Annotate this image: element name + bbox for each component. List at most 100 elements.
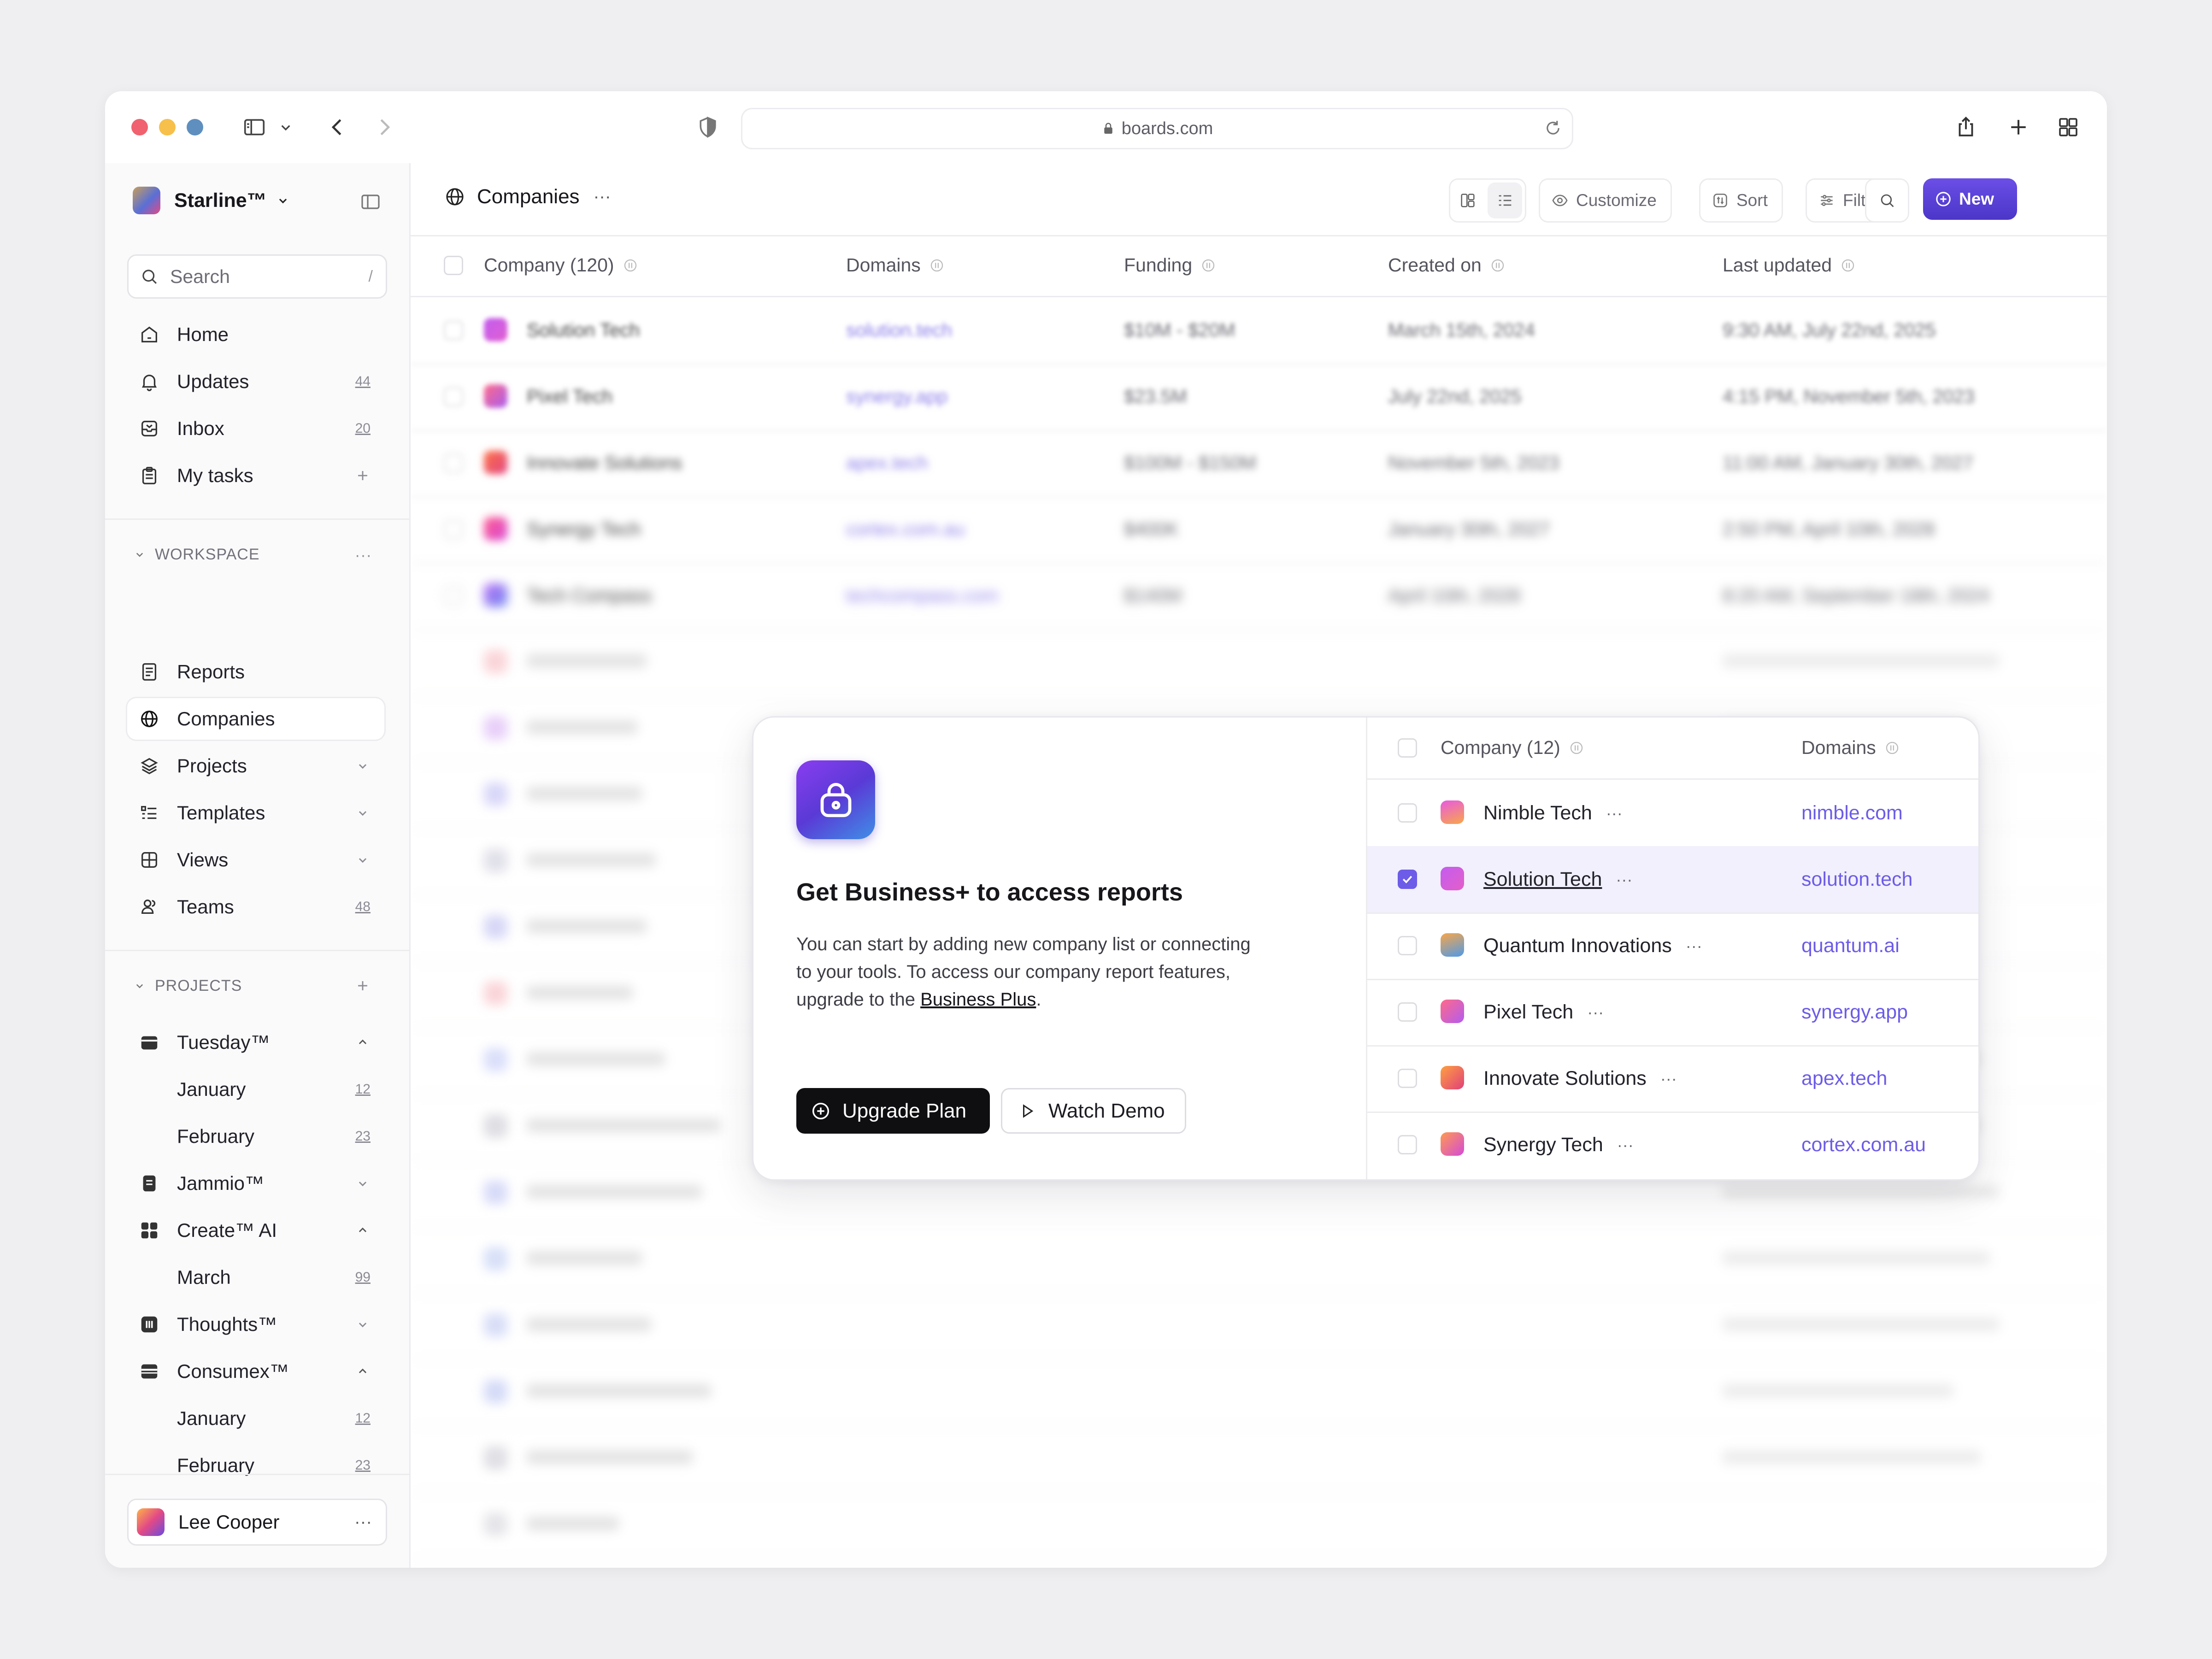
sidebar-item-reports[interactable]: Reports — [127, 651, 384, 693]
sidebar-subitem-february[interactable]: February 23 — [127, 1116, 384, 1157]
business-plus-link[interactable]: Business Plus — [920, 989, 1036, 1010]
column-header-domains[interactable]: Domains — [846, 254, 945, 276]
table-row[interactable]: Pixel Tech ··· synergy.app — [1367, 979, 1978, 1047]
table-row[interactable]: Innovate Solutions ··· apex.tech — [1367, 1045, 1978, 1113]
workspace-section-header[interactable]: WORKSPACE ··· — [127, 541, 384, 568]
table-row[interactable]: Quantum Innovations ··· quantum.ai — [1367, 912, 1978, 980]
list-view-icon[interactable] — [1488, 182, 1522, 218]
select-all-checkbox[interactable] — [444, 256, 463, 275]
company-domain[interactable]: solution.tech — [1801, 868, 1912, 891]
row-checkbox[interactable] — [1398, 803, 1417, 823]
more-icon[interactable]: ··· — [1617, 1135, 1634, 1155]
row-checkbox-checked[interactable] — [1398, 870, 1417, 889]
row-checkbox[interactable] — [1398, 1002, 1417, 1022]
tab-overview-icon[interactable] — [2054, 113, 2082, 141]
sort-icon[interactable] — [1569, 740, 1584, 756]
chevron-down-icon[interactable] — [355, 805, 371, 821]
table-row-selected[interactable]: Solution Tech ··· solution.tech — [1367, 846, 1978, 914]
maximize-window-button[interactable] — [187, 119, 203, 135]
sidebar-project-jammio[interactable]: Jammio™ — [127, 1163, 384, 1204]
more-icon[interactable]: ··· — [594, 187, 611, 207]
company-domain[interactable]: cortex.com.au — [1801, 1134, 1926, 1156]
minimize-window-button[interactable] — [159, 119, 176, 135]
row-checkbox[interactable] — [444, 520, 463, 539]
more-icon[interactable]: ··· — [1660, 1069, 1677, 1088]
chevron-up-icon[interactable] — [355, 1364, 371, 1379]
column-header-company[interactable]: Company (12) — [1441, 737, 1584, 759]
more-icon[interactable]: ··· — [1606, 804, 1623, 823]
column-header-domains[interactable]: Domains — [1801, 737, 1900, 759]
chevron-down-icon[interactable] — [276, 113, 295, 141]
company-domain[interactable]: quantum.ai — [1801, 935, 1900, 957]
table-row[interactable]: Synergy Tech ··· cortex.com.au — [1367, 1112, 1978, 1178]
more-icon[interactable]: ··· — [1686, 936, 1702, 956]
user-profile[interactable]: Lee Cooper ··· — [127, 1499, 387, 1546]
board-view-icon[interactable] — [1450, 180, 1485, 221]
company-domain[interactable]: apex.tech — [1801, 1067, 1887, 1090]
table-row[interactable]: Synergy Tech cortex.com.au $400K January… — [411, 496, 2107, 564]
sort-button[interactable]: Sort — [1699, 178, 1783, 223]
sidebar-item-teams[interactable]: Teams 48 — [127, 886, 384, 928]
forward-arrow-icon[interactable] — [371, 113, 398, 141]
company-domain[interactable]: nimble.com — [1801, 802, 1903, 824]
back-arrow-icon[interactable] — [324, 113, 351, 141]
column-header-funding[interactable]: Funding — [1124, 254, 1216, 276]
company-domain[interactable]: cortex.com.au — [846, 518, 965, 540]
chevron-down-icon[interactable] — [355, 758, 371, 774]
sidebar-project-create-ai[interactable]: Create™ AI — [127, 1210, 384, 1251]
view-toggle[interactable] — [1449, 178, 1526, 223]
sidebar-subitem-january[interactable]: January 12 — [127, 1069, 384, 1110]
table-row[interactable]: Pixel Tech synergy.app $23.5M July 22nd,… — [411, 364, 2107, 431]
sidebar-item-my-tasks[interactable]: My tasks — [127, 455, 384, 496]
share-icon[interactable] — [1952, 113, 1980, 141]
sidebar-item-home[interactable]: Home — [127, 314, 384, 355]
add-project-icon[interactable] — [355, 978, 371, 994]
row-checkbox[interactable] — [1398, 1069, 1417, 1088]
sidebar-subitem-january[interactable]: January 12 — [127, 1398, 384, 1439]
row-checkbox[interactable] — [444, 321, 463, 340]
company-name-text[interactable]: Solution Tech — [1483, 868, 1602, 891]
watch-demo-button[interactable]: Watch Demo — [1001, 1088, 1186, 1134]
add-task-icon[interactable] — [355, 468, 371, 483]
chevron-down-icon[interactable] — [355, 1176, 371, 1191]
more-icon[interactable]: ··· — [354, 1512, 372, 1532]
collapse-sidebar-icon[interactable] — [359, 191, 382, 213]
table-row[interactable]: Nimble Tech ··· nimble.com — [1367, 780, 1978, 847]
company-domain[interactable]: synergy.app — [846, 386, 947, 407]
sidebar-item-updates[interactable]: Updates 44 — [127, 361, 384, 402]
chevron-up-icon[interactable] — [355, 1035, 371, 1050]
sort-icon[interactable] — [1490, 258, 1506, 273]
search-input[interactable]: Search / — [127, 254, 387, 299]
upgrade-plan-button[interactable]: Upgrade Plan — [796, 1088, 990, 1134]
sidebar-project-tuesday[interactable]: Tuesday™ — [127, 1022, 384, 1063]
reload-icon[interactable] — [1543, 118, 1563, 138]
sort-icon[interactable] — [1840, 258, 1856, 273]
sidebar-subitem-february[interactable]: February 23 — [127, 1445, 384, 1486]
customize-button[interactable]: Customize — [1539, 178, 1672, 223]
sidebar-item-templates[interactable]: Templates — [127, 792, 384, 834]
search-button[interactable] — [1865, 178, 1909, 223]
sidebar-item-projects[interactable]: Projects — [127, 745, 384, 787]
sidebar-project-thoughts[interactable]: Thoughts™ — [127, 1304, 384, 1345]
table-row[interactable]: Innovate Solutions apex.tech $100M - $15… — [411, 430, 2107, 498]
new-tab-icon[interactable] — [2005, 113, 2032, 141]
sort-icon[interactable] — [623, 258, 638, 273]
projects-section-header[interactable]: PROJECTS — [127, 972, 384, 1000]
select-all-checkbox[interactable] — [1398, 738, 1417, 758]
more-icon[interactable]: ··· — [1616, 870, 1632, 889]
sidebar-project-consumex[interactable]: Consumex™ — [127, 1351, 384, 1392]
sidebar-item-companies[interactable]: Companies — [127, 698, 384, 740]
column-header-last-updated[interactable]: Last updated — [1723, 254, 1856, 276]
company-domain[interactable]: synergy.app — [1801, 1001, 1908, 1024]
chevron-down-icon[interactable] — [355, 1317, 371, 1332]
sort-icon[interactable] — [1884, 740, 1900, 756]
more-icon[interactable]: ··· — [1587, 1003, 1604, 1022]
row-checkbox[interactable] — [444, 387, 463, 406]
more-icon[interactable]: ··· — [355, 547, 371, 564]
sort-icon[interactable] — [929, 258, 945, 273]
chevron-down-icon[interactable] — [355, 852, 371, 868]
company-domain[interactable]: techcompass.com — [846, 585, 998, 606]
workspace-switcher[interactable]: Starline™ — [133, 185, 291, 216]
table-row[interactable]: Solution Tech solution.tech $10M - $20M … — [411, 297, 2107, 365]
company-domain[interactable]: solution.tech — [846, 319, 952, 341]
